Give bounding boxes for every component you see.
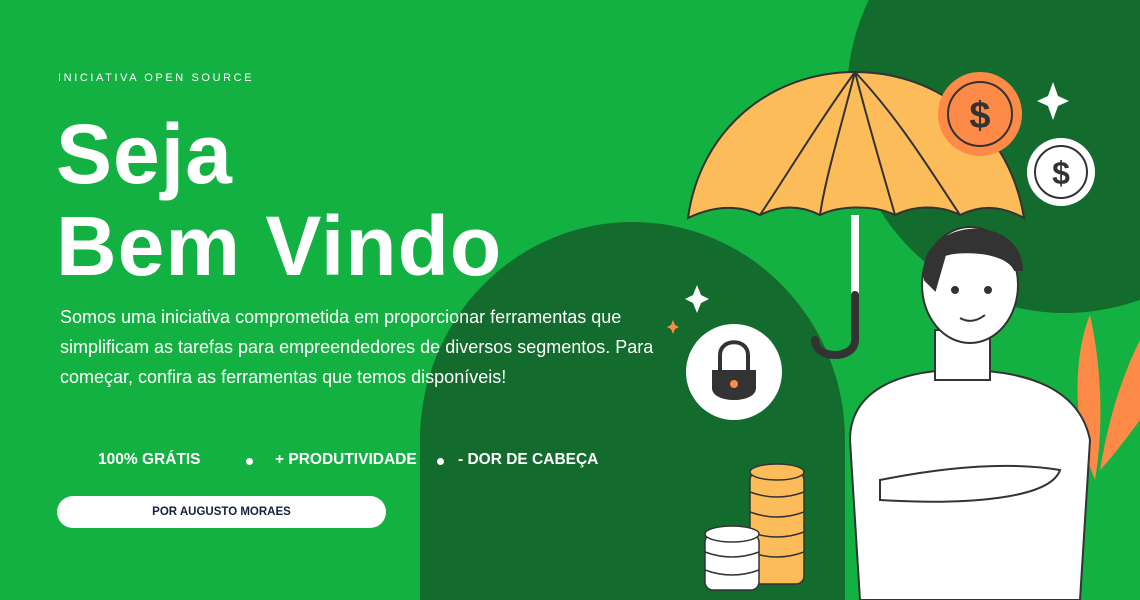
feature-productivity: + PRODUTIVIDADE [275, 451, 417, 468]
eyebrow-label: INICIATIVA OPEN SOURCE [58, 72, 255, 84]
feature-list: 100% GRÁTIS + PRODUTIVIDADE - DOR DE CAB… [98, 451, 658, 471]
feature-less-headache: - DOR DE CABEÇA [458, 451, 599, 468]
feature-free: 100% GRÁTIS [98, 451, 201, 468]
description: Somos uma iniciativa comprometida em pro… [60, 307, 654, 387]
page-title: Seja Bem Vindo [56, 108, 502, 292]
bullet-dot [437, 458, 444, 465]
bullet-dot [246, 458, 253, 465]
text-layer: INICIATIVA OPEN SOURCE Seja Bem Vindo So… [0, 0, 1140, 600]
title-line-1: Seja [56, 107, 233, 201]
title-line-2: Bem Vindo [56, 199, 503, 293]
author-button[interactable]: POR AUGUSTO MORAES [57, 496, 386, 528]
